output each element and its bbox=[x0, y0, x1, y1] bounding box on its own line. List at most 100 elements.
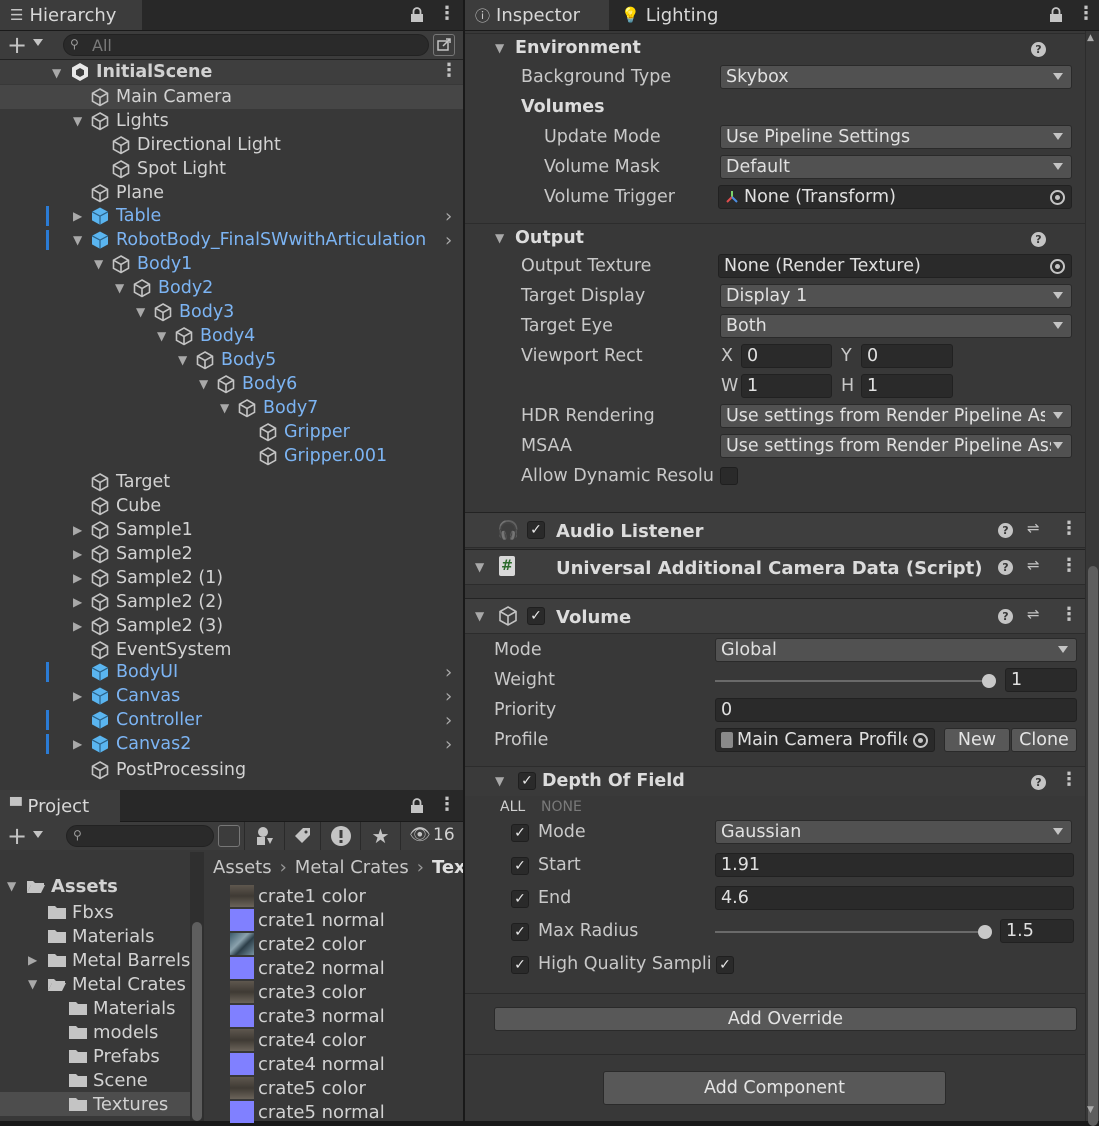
volume-enabled-checkbox[interactable]: ✓ bbox=[527, 607, 545, 625]
hierarchy-item[interactable]: ▶ Canvas2 › bbox=[0, 732, 463, 756]
texture-asset-item[interactable]: crate2 color bbox=[230, 932, 366, 956]
weight-slider-knob[interactable] bbox=[982, 674, 996, 688]
filter-label-icon[interactable] bbox=[284, 822, 320, 850]
chevron-right-icon[interactable]: › bbox=[445, 686, 452, 707]
inspector-menu-icon[interactable]: ⋮ bbox=[1077, 3, 1095, 24]
folder-tree-item[interactable]: Fbxs bbox=[0, 900, 190, 924]
chevron-right-icon[interactable]: › bbox=[445, 734, 452, 755]
tab-hierarchy[interactable]: ☰ Hierarchy bbox=[0, 0, 142, 30]
lock-icon[interactable] bbox=[410, 7, 424, 23]
collapse-arrow-icon[interactable]: ▼ bbox=[220, 401, 229, 415]
scene-menu-icon[interactable]: ⋮ bbox=[440, 60, 458, 81]
chevron-right-icon[interactable]: › bbox=[445, 662, 452, 683]
texture-asset-item[interactable]: crate4 color bbox=[230, 1028, 366, 1052]
override-all-link[interactable]: ALL bbox=[500, 799, 525, 815]
background-type-dropdown[interactable]: Skybox bbox=[720, 65, 1072, 89]
texture-asset-item[interactable]: crate5 normal bbox=[230, 1100, 385, 1124]
hierarchy-item[interactable]: EventSystem bbox=[0, 638, 463, 662]
hierarchy-item[interactable]: ▼ Body7 bbox=[0, 396, 463, 420]
expand-arrow-icon[interactable]: ▶ bbox=[73, 595, 82, 609]
depth-of-field-header[interactable]: ▼ ✓ Depth Of Field ? ⋮ bbox=[465, 766, 1085, 796]
folder-tree-item[interactable]: models bbox=[0, 1020, 190, 1044]
texture-asset-item[interactable]: crate4 normal bbox=[230, 1052, 385, 1076]
chevron-right-icon[interactable]: › bbox=[445, 710, 452, 731]
volume-trigger-field[interactable]: None (Transform) bbox=[718, 185, 1072, 209]
hierarchy-item[interactable]: ▶ Sample2 (1) bbox=[0, 566, 463, 590]
output-section[interactable]: ▼ Output ? bbox=[465, 223, 1085, 253]
weight-slider-track[interactable] bbox=[715, 680, 989, 682]
dof-fold-icon[interactable]: ▼ bbox=[495, 774, 504, 788]
volume-fold-icon[interactable]: ▼ bbox=[475, 609, 484, 623]
dof-mode-dropdown[interactable]: Gaussian bbox=[715, 820, 1072, 844]
hierarchy-item[interactable]: Gripper.001 bbox=[0, 444, 463, 468]
folder-tree-item[interactable]: ▼ Assets bbox=[0, 874, 190, 898]
add-icon[interactable]: + bbox=[7, 31, 27, 59]
tab-project[interactable]: ▀ Project bbox=[0, 790, 120, 822]
dof-start-override-checkbox[interactable]: ✓ bbox=[511, 857, 529, 875]
hierarchy-item[interactable]: Gripper bbox=[0, 420, 463, 444]
dof-hq-override-checkbox[interactable]: ✓ bbox=[511, 956, 529, 974]
texture-asset-item[interactable]: crate5 color bbox=[230, 1076, 366, 1100]
texture-asset-item[interactable]: crate2 normal bbox=[230, 956, 385, 980]
folder-tree-scrollbar[interactable] bbox=[190, 852, 204, 1121]
tab-lighting[interactable]: 💡 Lighting bbox=[611, 0, 741, 30]
tab-inspector[interactable]: ⓘ Inspector bbox=[465, 0, 609, 30]
console-warning-icon[interactable] bbox=[320, 822, 360, 850]
dof-enabled-checkbox[interactable]: ✓ bbox=[518, 772, 536, 790]
dof-mode-override-checkbox[interactable]: ✓ bbox=[511, 824, 529, 842]
hierarchy-item[interactable]: Main Camera bbox=[0, 85, 463, 109]
clone-profile-button[interactable]: Clone bbox=[1011, 728, 1077, 752]
camera-data-fold-icon[interactable]: ▼ bbox=[475, 560, 484, 574]
breadcrumb-metal-crates[interactable]: Metal Crates bbox=[295, 857, 409, 878]
target-eye-dropdown[interactable]: Both bbox=[720, 314, 1072, 338]
scene-row[interactable]: ▼ InitialScene ⋮ bbox=[0, 60, 463, 84]
hierarchy-item[interactable]: ▶ Sample2 (2) bbox=[0, 590, 463, 614]
hierarchy-item[interactable]: ▼ Body3 bbox=[0, 300, 463, 324]
breadcrumb-assets[interactable]: Assets bbox=[213, 857, 272, 878]
collapse-arrow-icon[interactable]: ▼ bbox=[199, 377, 208, 391]
help-icon[interactable]: ? bbox=[998, 523, 1013, 538]
update-mode-dropdown[interactable]: Use Pipeline Settings bbox=[720, 125, 1072, 149]
volume-header[interactable]: ▼ ✓ Volume ? ⇌ ⋮ bbox=[465, 598, 1085, 634]
environment-section[interactable]: ▼ Environment ? bbox=[465, 33, 1085, 63]
collapse-arrow-icon[interactable]: ▼ bbox=[73, 114, 82, 128]
hierarchy-item[interactable]: ▼ Lights bbox=[0, 109, 463, 133]
target-display-dropdown[interactable]: Display 1 bbox=[720, 284, 1072, 308]
hierarchy-item[interactable]: BodyUI › bbox=[0, 660, 463, 684]
camera-data-header[interactable]: ▼ # Universal Additional Camera Data (Sc… bbox=[465, 549, 1085, 585]
hierarchy-item[interactable]: ▶ Canvas › bbox=[0, 684, 463, 708]
hierarchy-menu-icon[interactable]: ⋮ bbox=[438, 3, 456, 24]
component-menu-icon[interactable]: ⋮ bbox=[1060, 604, 1078, 625]
presets-icon[interactable]: ⇌ bbox=[1027, 556, 1040, 574]
hierarchy-item[interactable]: PostProcessing bbox=[0, 758, 463, 782]
expand-arrow-icon[interactable]: ▶ bbox=[28, 953, 37, 967]
viewport-w-field[interactable]: 1 bbox=[741, 374, 832, 398]
project-lock-icon[interactable] bbox=[410, 798, 424, 814]
dof-maxradius-override-checkbox[interactable]: ✓ bbox=[511, 923, 529, 941]
profile-field[interactable]: Main Camera Profile bbox=[715, 728, 935, 752]
hierarchy-item[interactable]: ▼ Body1 bbox=[0, 252, 463, 276]
project-search-input[interactable]: ⚲ bbox=[66, 825, 214, 847]
max-radius-slider-track[interactable] bbox=[715, 931, 985, 933]
object-picker-icon[interactable] bbox=[1050, 190, 1065, 205]
max-radius-field[interactable]: 1.5 bbox=[1000, 919, 1074, 943]
folder-tree-item[interactable]: Textures bbox=[0, 1092, 190, 1116]
hierarchy-item[interactable]: Controller › bbox=[0, 708, 463, 732]
folder-tree-item[interactable]: Scene bbox=[0, 1068, 190, 1092]
hierarchy-item[interactable]: Target bbox=[0, 470, 463, 494]
hierarchy-item[interactable]: ▼ Body6 bbox=[0, 372, 463, 396]
hierarchy-item[interactable]: ▼ Body2 bbox=[0, 276, 463, 300]
high-quality-sampling-checkbox[interactable]: ✓ bbox=[716, 956, 734, 974]
component-menu-icon[interactable]: ⋮ bbox=[1060, 555, 1078, 576]
volume-mode-dropdown[interactable]: Global bbox=[715, 638, 1077, 662]
add-override-button[interactable]: Add Override bbox=[494, 1007, 1077, 1031]
dynamic-resolution-checkbox[interactable] bbox=[720, 467, 738, 485]
texture-asset-item[interactable]: crate3 color bbox=[230, 980, 366, 1004]
hierarchy-item[interactable]: Plane bbox=[0, 181, 463, 205]
help-icon[interactable]: ? bbox=[1031, 42, 1046, 57]
hierarchy-item[interactable]: ▼ RobotBody_FinalSWwithArticulation › bbox=[0, 228, 463, 252]
priority-field[interactable]: 0 bbox=[715, 698, 1077, 722]
help-icon[interactable]: ? bbox=[1031, 775, 1046, 790]
presets-icon[interactable]: ⇌ bbox=[1027, 605, 1040, 623]
component-menu-icon[interactable]: ⋮ bbox=[1060, 518, 1078, 539]
